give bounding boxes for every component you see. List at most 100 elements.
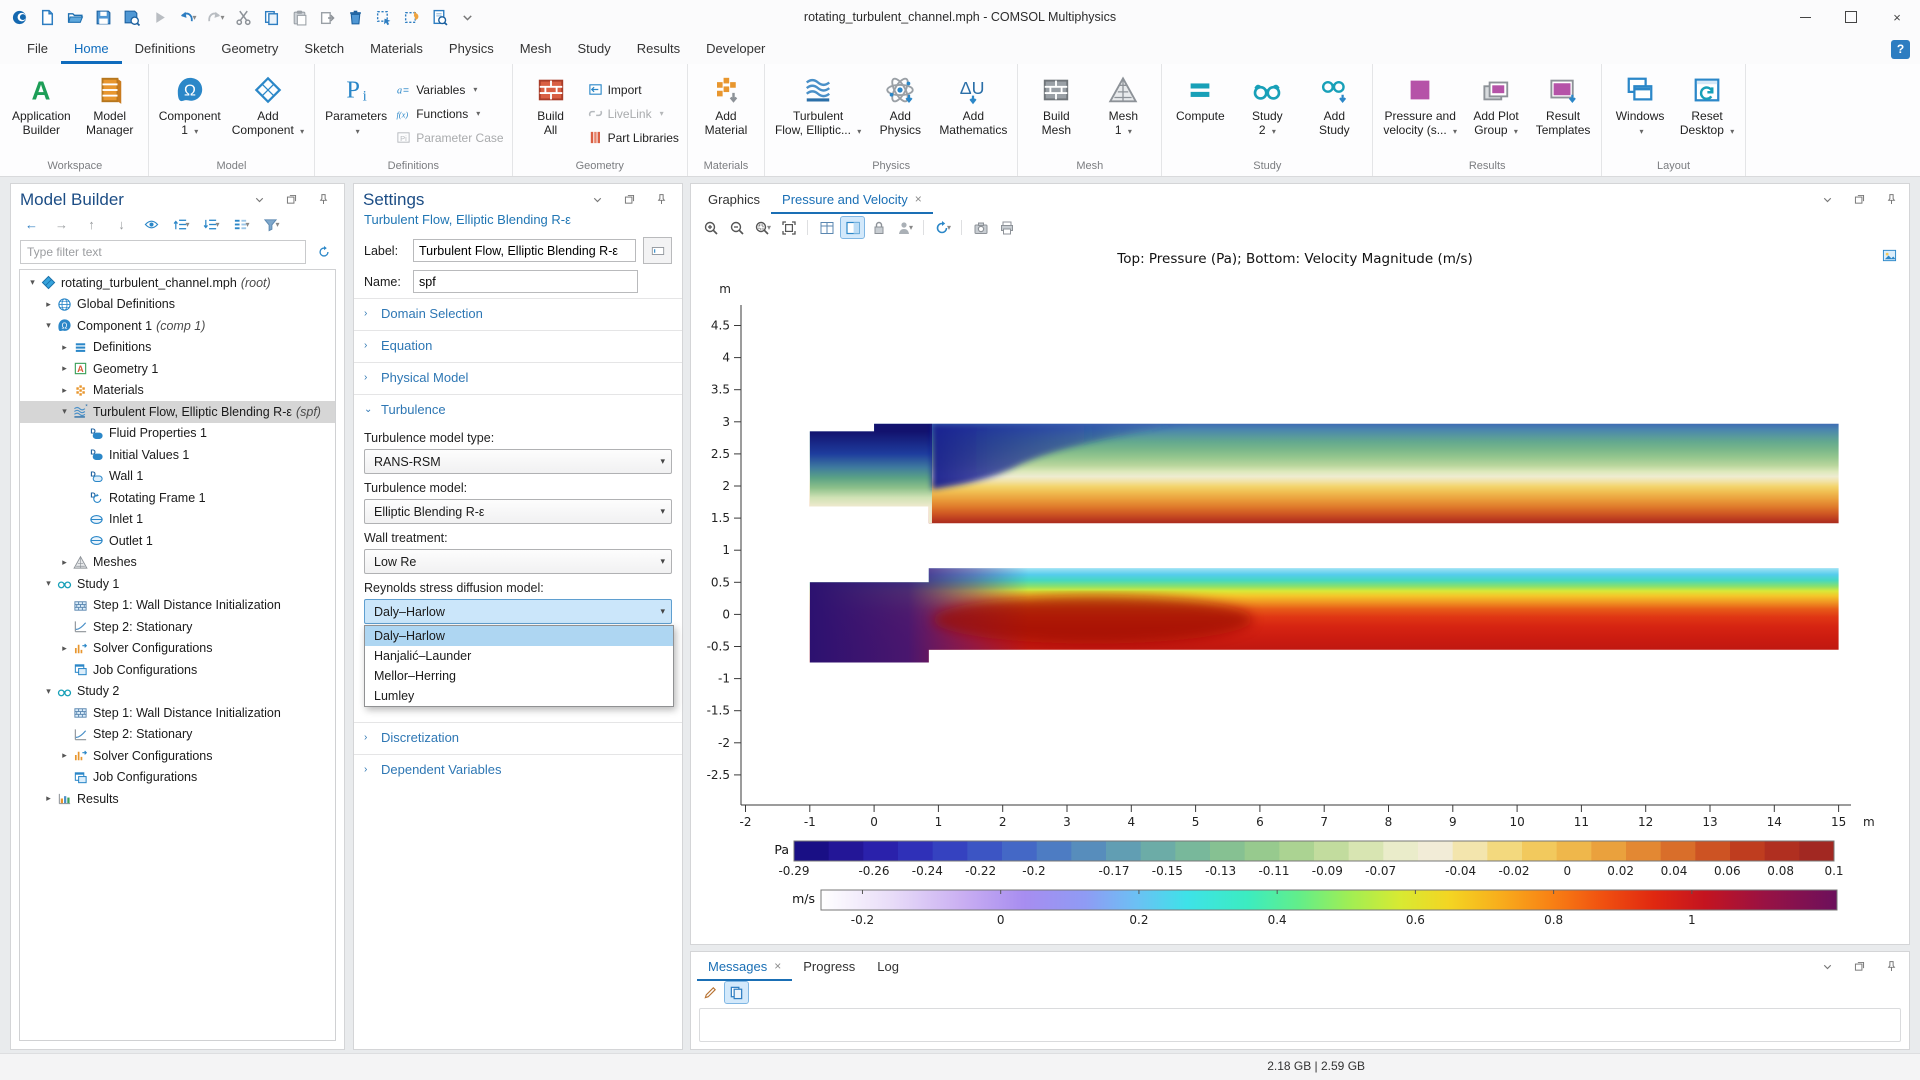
tree-node-materials[interactable]: ▸Materials <box>20 380 335 402</box>
panel-pin-button[interactable] <box>1880 189 1903 210</box>
qat-undo-button[interactable]: ▾ <box>174 4 201 30</box>
panel-collapse-button[interactable] <box>586 189 609 210</box>
tree-expander-icon[interactable]: ▸ <box>58 363 71 374</box>
panel-float-button[interactable] <box>1848 189 1871 210</box>
print-button[interactable] <box>995 217 1018 238</box>
panel-collapse-button[interactable] <box>1816 189 1839 210</box>
copy-text-button[interactable] <box>725 982 748 1003</box>
section-physical-model[interactable]: ›Physical Model <box>354 362 682 392</box>
plot-canvas[interactable]: Top: Pressure (Pa); Bottom: Velocity Mag… <box>691 241 1909 944</box>
qat-clear-selection-button[interactable] <box>398 4 425 30</box>
qat-toolbar-overflow-button[interactable] <box>454 4 481 30</box>
qat-open-file-button[interactable] <box>62 4 89 30</box>
qat-save-file-button[interactable] <box>90 4 117 30</box>
minimize-button[interactable] <box>1782 0 1828 34</box>
tree-node-component-1[interactable]: ▾ΩComponent 1(comp 1) <box>20 315 335 337</box>
dropdown-option-lumley[interactable]: Lumley <box>365 686 673 706</box>
section-equation[interactable]: ›Equation <box>354 330 682 360</box>
plot-image-icon[interactable] <box>1882 248 1897 266</box>
ribbon-tab-sketch[interactable]: Sketch <box>291 34 357 64</box>
qat-find-button[interactable] <box>426 4 453 30</box>
tree-node-rotating-turbulent-channel-mph[interactable]: ▾rotating_turbulent_channel.mph(root) <box>20 272 335 294</box>
ribbon-button-add-material[interactable]: AddMaterial <box>693 68 759 159</box>
tab-close-icon[interactable]: × <box>774 959 781 973</box>
collapse-tree-button[interactable]: ▾ <box>200 214 223 235</box>
tree-forward-button[interactable]: → <box>50 214 73 235</box>
combo-wall-treatment[interactable]: Low Re▾ <box>364 549 672 574</box>
ribbon-button-add-physics[interactable]: AddPhysics <box>867 68 933 159</box>
ribbon-button-model-manager[interactable]: ModelManager <box>77 68 143 159</box>
ribbon-button-import[interactable]: Import <box>588 79 679 101</box>
dropdown-option-daly-harlow[interactable]: Daly–Harlow <box>365 626 673 646</box>
tree-expander-icon[interactable]: ▾ <box>42 686 55 697</box>
update-plot-button[interactable]: ▾ <box>931 217 954 238</box>
ribbon-button-mesh-1[interactable]: Mesh1 ▾ <box>1090 68 1156 159</box>
section-dependent-variables[interactable]: ›Dependent Variables <box>354 754 682 784</box>
table-view-button[interactable] <box>815 217 838 238</box>
ribbon-button-part-libraries[interactable]: Part Libraries <box>588 127 679 149</box>
messages-content[interactable] <box>699 1008 1901 1042</box>
ribbon-button-study-2[interactable]: Study2 ▾ <box>1234 68 1300 159</box>
ribbon-button-variables[interactable]: a=Variables▾ <box>396 79 503 101</box>
ribbon-tab-file[interactable]: File <box>14 34 61 64</box>
rename-button[interactable] <box>643 237 672 264</box>
panel-pin-button[interactable] <box>312 189 335 210</box>
tree-expander-icon[interactable]: ▸ <box>42 793 55 804</box>
tree-expander-icon[interactable]: ▾ <box>42 578 55 589</box>
tree-node-inlet-1[interactable]: Inlet 1 <box>20 509 335 531</box>
ribbon-tab-developer[interactable]: Developer <box>693 34 778 64</box>
ribbon-tab-definitions[interactable]: Definitions <box>122 34 209 64</box>
pen-button[interactable] <box>699 982 722 1003</box>
tree-node-global-definitions[interactable]: ▸Global Definitions <box>20 294 335 316</box>
tree-node-job-configurations[interactable]: Job Configurations <box>20 659 335 681</box>
tree-node-geometry-1[interactable]: ▸AGeometry 1 <box>20 358 335 380</box>
camera-button[interactable] <box>969 217 992 238</box>
tree-node-outlet-1[interactable]: Outlet 1 <box>20 530 335 552</box>
filter-button[interactable]: ▾ <box>260 214 283 235</box>
tree-expander-icon[interactable]: ▸ <box>58 750 71 761</box>
tree-node-study-1[interactable]: ▾Study 1 <box>20 573 335 595</box>
dropdown-option-hanjali-launder[interactable]: Hanjalić–Launder <box>365 646 673 666</box>
tree-node-study-2[interactable]: ▾Study 2 <box>20 681 335 703</box>
panel-pin-button[interactable] <box>1880 956 1903 977</box>
dropdown-option-mellor-herring[interactable]: Mellor–Herring <box>365 666 673 686</box>
ribbon-button-windows[interactable]: Windows ▾ <box>1607 68 1673 159</box>
panel-float-button[interactable] <box>280 189 303 210</box>
tree-node-step-2-stationary[interactable]: Step 2: Stationary <box>20 616 335 638</box>
close-button[interactable]: × <box>1874 0 1920 34</box>
tab-close-icon[interactable]: × <box>915 192 922 206</box>
tree-node-meshes[interactable]: ▸Meshes <box>20 552 335 574</box>
ribbon-button-compute[interactable]: Compute <box>1167 68 1233 159</box>
tree-node-definitions[interactable]: ▸Definitions <box>20 337 335 359</box>
section-discretization[interactable]: ›Discretization <box>354 722 682 752</box>
qat-redo-button[interactable]: ▾ <box>202 4 229 30</box>
qat-save-search-button[interactable] <box>118 4 145 30</box>
qat-delete-button[interactable] <box>342 4 369 30</box>
ribbon-button-result-templates[interactable]: ResultTemplates <box>1530 68 1596 159</box>
panel-float-button[interactable] <box>1848 956 1871 977</box>
maximize-button[interactable] <box>1828 0 1874 34</box>
ribbon-button-add-component[interactable]: AddComponent ▾ <box>227 68 309 159</box>
tab-log[interactable]: Log <box>866 951 910 981</box>
refresh-icon[interactable] <box>312 242 335 263</box>
show-eye-button[interactable] <box>140 214 163 235</box>
ribbon-button-turbulent-flow-elliptic[interactable]: TurbulentFlow, Elliptic... ▾ <box>770 68 866 159</box>
panel-float-button[interactable] <box>618 189 641 210</box>
panel-collapse-button[interactable] <box>1816 956 1839 977</box>
split-view-button[interactable] <box>841 217 864 238</box>
qat-copy-button[interactable] <box>258 4 285 30</box>
ribbon-button-component-1[interactable]: ΩComponent1 ▾ <box>154 68 226 159</box>
ribbon-tab-physics[interactable]: Physics <box>436 34 507 64</box>
combo-turbulence-model-type[interactable]: RANS-RSM▾ <box>364 449 672 474</box>
ribbon-button-functions[interactable]: f(x)Functions▾ <box>396 103 503 125</box>
ribbon-tab-mesh[interactable]: Mesh <box>507 34 565 64</box>
qat-duplicate-button[interactable] <box>314 4 341 30</box>
tree-down-button[interactable]: ↓ <box>110 214 133 235</box>
tree-node-step-2-stationary[interactable]: Step 2: Stationary <box>20 724 335 746</box>
ribbon-button-build-mesh[interactable]: BuildMesh <box>1023 68 1089 159</box>
tree-filter-input[interactable] <box>20 240 306 264</box>
ribbon-button-add-study[interactable]: AddStudy <box>1301 68 1367 159</box>
ribbon-tab-home[interactable]: Home <box>61 34 122 64</box>
name-field[interactable] <box>413 270 638 293</box>
ribbon-button-build-all[interactable]: BuildAll <box>518 68 584 159</box>
